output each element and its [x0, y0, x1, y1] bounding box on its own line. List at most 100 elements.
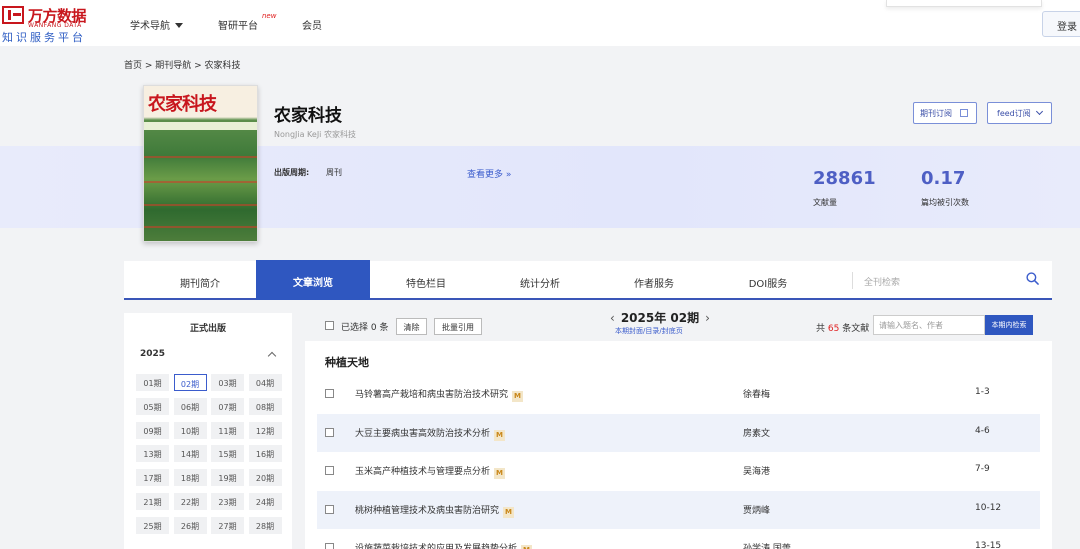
- cover-strip: [144, 122, 257, 130]
- issue-item[interactable]: 05期: [136, 397, 169, 415]
- chevron-up-icon[interactable]: [267, 351, 277, 361]
- issue-item[interactable]: 21期: [136, 493, 169, 510]
- issue-item[interactable]: 25期: [136, 516, 169, 534]
- breadcrumb[interactable]: 首页 > 期刊导航 > 农家科技: [124, 58, 241, 71]
- search-icon[interactable]: [1026, 272, 1039, 285]
- article-pages: 7-9: [975, 464, 990, 474]
- issue-item[interactable]: 08期: [248, 397, 282, 415]
- cover-title: 农家科技: [148, 94, 217, 115]
- article-checkbox[interactable]: [325, 389, 334, 398]
- issue-item[interactable]: 07期: [211, 397, 244, 415]
- issue-item[interactable]: 09期: [136, 421, 169, 439]
- issue-item[interactable]: 28期: [248, 516, 282, 534]
- article-author[interactable]: 房素文: [743, 426, 770, 439]
- m-badge-icon[interactable]: M: [494, 468, 506, 479]
- next-issue-icon[interactable]: ›: [705, 311, 710, 325]
- nav-zhiyan-label: 智研平台: [218, 21, 258, 32]
- tab-featured[interactable]: 特色栏目: [370, 261, 482, 300]
- article-row[interactable]: 玉米高产种植技术与管理要点分析 M 吴海港 7-9: [317, 452, 1040, 490]
- issue-cover-links[interactable]: 本期封面/目录/封底页: [615, 326, 683, 336]
- article-author[interactable]: 吴海港: [743, 464, 770, 477]
- nav-zhiyan[interactable]: 智研平台: [218, 17, 258, 32]
- issue-search-input[interactable]: 请输入题名、作者: [873, 315, 985, 335]
- issue-item[interactable]: 15期: [211, 445, 244, 463]
- journal-search-input[interactable]: 全刊检索: [864, 275, 900, 288]
- issue-item[interactable]: 02期: [173, 374, 207, 391]
- issue-item[interactable]: 20期: [248, 469, 282, 487]
- article-title-text: 马铃薯高产栽培和病虫害防治技术研究: [355, 390, 509, 400]
- issue-item[interactable]: 22期: [173, 493, 207, 510]
- article-author[interactable]: 孙学涛 国蕾: [743, 541, 791, 549]
- article-row[interactable]: 大豆主要病虫害高效防治技术分析 M 房素文 4-6: [317, 413, 1040, 452]
- article-title-text: 大豆主要病虫害高效防治技术分析: [355, 428, 491, 439]
- nav-member-label: 会员: [302, 21, 322, 32]
- article-row[interactable]: 桃树种植管理技术及病虫害防治研究 M 贾炳峰 10-12: [317, 490, 1040, 529]
- article-title[interactable]: 桃树种植管理技术及病虫害防治研究 M: [355, 503, 515, 518]
- article-author[interactable]: 徐春梅: [743, 387, 770, 400]
- issue-item[interactable]: 23期: [211, 493, 244, 510]
- batch-cite-button[interactable]: 批量引用: [434, 318, 482, 335]
- nav-academic-label: 学术导航: [130, 21, 170, 32]
- prev-issue-icon[interactable]: ‹: [610, 311, 615, 325]
- issue-item[interactable]: 14期: [173, 445, 207, 463]
- m-badge-icon[interactable]: M: [512, 391, 524, 402]
- issue-item[interactable]: 17期: [136, 469, 169, 487]
- issue-item[interactable]: 06期: [173, 397, 207, 415]
- article-checkbox[interactable]: [325, 543, 334, 549]
- issue-item[interactable]: 13期: [136, 445, 169, 463]
- article-title[interactable]: 玉米高产种植技术与管理要点分析 M: [355, 464, 506, 479]
- clear-button[interactable]: 清除: [396, 318, 427, 335]
- subscribe-icon: [960, 109, 968, 117]
- issue-item[interactable]: 26期: [173, 516, 207, 534]
- issue-item[interactable]: 16期: [248, 445, 282, 463]
- nav-academic[interactable]: 学术导航: [130, 17, 183, 32]
- tab-intro[interactable]: 期刊简介: [144, 261, 256, 300]
- logo-mark-icon: [2, 6, 24, 24]
- issue-search-button[interactable]: 本期内检索: [985, 315, 1033, 335]
- issue-item[interactable]: 01期: [136, 374, 169, 391]
- article-pages: 13-15: [975, 541, 1002, 549]
- logo-name-en: WANFANG DATA: [28, 22, 82, 29]
- article-checkbox[interactable]: [325, 427, 334, 437]
- tab-articles[interactable]: 文章浏览: [256, 260, 370, 300]
- tab-doi[interactable]: DOI服务: [712, 261, 824, 300]
- tab-author-services[interactable]: 作者服务: [598, 261, 710, 300]
- article-title[interactable]: 马铃薯高产栽培和病虫害防治技术研究 M: [355, 387, 524, 402]
- stat-avg-cited-label: 篇均被引次数: [921, 198, 969, 207]
- article-author[interactable]: 贾炳峰: [743, 503, 770, 516]
- m-badge-icon[interactable]: M: [494, 429, 506, 441]
- tab-statistics[interactable]: 统计分析: [484, 261, 596, 300]
- issue-item[interactable]: 27期: [211, 516, 244, 534]
- select-all-checkbox[interactable]: [325, 321, 334, 330]
- article-row[interactable]: 设施蔬菜栽培技术的应用及发展趋势分析M 孙学涛 国蕾 13-15: [317, 529, 1040, 549]
- feed-subscribe-button[interactable]: feed订阅: [987, 102, 1052, 124]
- issue-item[interactable]: 12期: [248, 421, 282, 439]
- caret-down-icon: [175, 23, 183, 28]
- issue-item[interactable]: 19期: [211, 469, 244, 487]
- article-title[interactable]: 大豆主要病虫害高效防治技术分析 M: [355, 426, 506, 441]
- journal-subscribe-button[interactable]: 期刊订阅: [913, 102, 977, 124]
- sidebar-year[interactable]: 2025: [140, 349, 165, 359]
- m-badge-icon[interactable]: M: [521, 545, 533, 549]
- article-checkbox[interactable]: [325, 504, 334, 514]
- issue-item[interactable]: 10期: [173, 421, 207, 439]
- issue-item[interactable]: 24期: [248, 493, 282, 510]
- login-button[interactable]: 登录: [1042, 11, 1080, 37]
- selected-count: 已选择 0 条: [341, 323, 389, 333]
- issue-item[interactable]: 11期: [211, 421, 244, 439]
- m-badge-icon[interactable]: M: [503, 506, 515, 518]
- journal-cover[interactable]: 农家科技: [143, 85, 258, 242]
- article-title[interactable]: 设施蔬菜栽培技术的应用及发展趋势分析M: [355, 541, 533, 549]
- wanfang-logo[interactable]: 万方数据 WANFANG DATA 知识服务平台: [2, 5, 88, 44]
- article-checkbox[interactable]: [325, 466, 334, 475]
- nav-member[interactable]: 会员: [302, 17, 322, 32]
- journal-subtitle: NongJia KeJi 农家科技: [274, 130, 356, 139]
- issue-item[interactable]: 03期: [211, 374, 244, 391]
- total-number: 65: [827, 324, 840, 334]
- period-label: 出版周期:: [274, 168, 310, 177]
- issue-item[interactable]: 04期: [248, 374, 282, 391]
- issue-item[interactable]: 18期: [173, 469, 207, 487]
- article-row[interactable]: 马铃薯高产栽培和病虫害防治技术研究 M 徐春梅 1-3: [317, 375, 1040, 413]
- see-more-link[interactable]: 查看更多 »: [467, 167, 511, 180]
- period-value: 周刊: [326, 168, 342, 177]
